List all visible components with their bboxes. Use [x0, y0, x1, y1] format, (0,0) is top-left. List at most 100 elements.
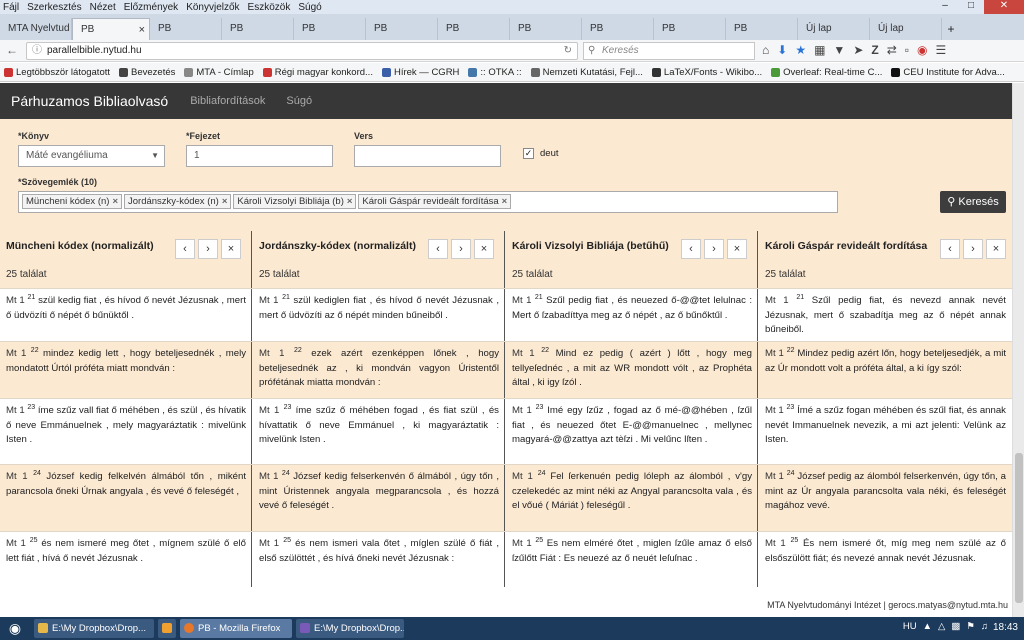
verse-ref[interactable]: Mt 1 — [6, 538, 26, 549]
browser-tab[interactable]: PB — [222, 18, 294, 40]
chapter-input[interactable]: 1 — [186, 145, 333, 167]
chip-munich[interactable]: Müncheni kódex (n) × — [22, 194, 122, 209]
scrollbar[interactable] — [1012, 83, 1024, 617]
menu-item[interactable]: Eszközök — [248, 2, 291, 13]
verse-ref[interactable]: Mt 1 — [6, 348, 26, 359]
bookmark-item[interactable]: Overleaf: Real-time C... — [771, 67, 882, 78]
page-icon[interactable]: ▫ — [905, 43, 909, 57]
bookmark-item[interactable]: Régi magyar konkord... — [262, 67, 373, 78]
menu-item[interactable]: Könyvjelzők — [186, 2, 239, 13]
nav-link-translations[interactable]: Bibliafordítások — [190, 95, 265, 107]
clipboard-icon[interactable]: ▦ — [814, 43, 825, 57]
remove-icon[interactable]: × — [502, 196, 508, 207]
verse-input[interactable] — [354, 145, 501, 167]
bookmark-star-icon[interactable]: ★ — [795, 43, 806, 57]
browser-tab[interactable]: Új lap — [798, 18, 870, 40]
browser-tab[interactable]: PB — [510, 18, 582, 40]
close-window-icon[interactable]: ✕ — [984, 0, 1024, 14]
scrollbar-thumb[interactable] — [1015, 453, 1023, 603]
browser-tab[interactable]: PB — [438, 18, 510, 40]
taskbar-item-explorer-2[interactable]: E:\My Dropbox\Drop... — [296, 619, 404, 638]
reload-icon[interactable]: ↻ — [564, 43, 572, 59]
chip-karoli-vizsolyi[interactable]: Károli Vizsolyi Bibliája (b) × — [233, 194, 357, 209]
texts-multiselect[interactable]: Müncheni kódex (n) × Jordánszky-kódex (n) ×… — [18, 191, 838, 213]
menu-item[interactable]: Fájl — [3, 2, 19, 13]
verse-ref[interactable]: Mt 1 — [512, 538, 532, 549]
verse-ref[interactable]: Mt 1 — [512, 295, 531, 306]
browser-search-input[interactable]: ⚲ Keresés — [583, 42, 755, 60]
sync-icon[interactable]: ⇄ — [887, 43, 897, 57]
verse-ref[interactable]: Mt 1 — [512, 405, 532, 416]
verse-ref[interactable]: Mt 1 — [765, 405, 784, 416]
download-icon[interactable]: ⬇ — [777, 43, 787, 57]
bookmark-item[interactable]: Legtöbbször látogatott — [4, 67, 110, 78]
verse-ref[interactable]: Mt 1 — [259, 348, 284, 359]
verse-ref[interactable]: Mt 1 — [6, 471, 28, 482]
app-brand[interactable]: Párhuzamos Bibliaolvasó — [11, 93, 168, 109]
minimize-icon[interactable]: – — [932, 0, 958, 14]
browser-tab[interactable]: PB — [150, 18, 222, 40]
close-tab-icon[interactable]: × — [139, 19, 145, 40]
browser-tab[interactable]: Új lap — [870, 18, 942, 40]
tray-volume-icon[interactable]: ♫ — [981, 621, 988, 632]
start-icon[interactable]: ◉ — [0, 617, 30, 640]
verse-ref[interactable]: Mt 1 — [765, 295, 789, 306]
chip-jordanszky[interactable]: Jordánszky-kódex (n) × — [124, 194, 232, 209]
menu-item[interactable]: Nézet — [90, 2, 116, 13]
back-icon[interactable]: ← — [6, 43, 18, 57]
bookmark-item[interactable]: MTA - Címlap — [184, 67, 254, 78]
bookmark-item[interactable]: Bevezetés — [119, 67, 175, 78]
verse-ref[interactable]: Mt 1 — [512, 348, 535, 359]
bookmark-item[interactable]: CEU Institute for Adva... — [891, 67, 1005, 78]
browser-tab[interactable]: MTA Nyelvtud — [0, 18, 72, 40]
verse-ref[interactable]: Mt 1 — [6, 295, 25, 306]
browser-tab[interactable]: PB — [582, 18, 654, 40]
taskbar-item-firefox[interactable]: PB - Mozilla Firefox — [180, 619, 292, 638]
tray-up-icon[interactable]: ▲ — [923, 621, 932, 632]
adblock-icon[interactable]: ◉ — [917, 43, 927, 57]
browser-tab[interactable]: PB — [294, 18, 366, 40]
prev-icon[interactable]: ‹ — [940, 239, 960, 259]
menu-item[interactable]: Súgó — [298, 2, 321, 13]
url-bar[interactable]: ⓘ parallelbible.nytud.hu ↻ — [26, 42, 578, 60]
tray-flag-icon[interactable]: ⚑ — [966, 621, 975, 632]
next-icon[interactable]: › — [704, 239, 724, 259]
verse-ref[interactable]: Mt 1 — [259, 538, 279, 549]
new-tab-icon[interactable]: + — [942, 18, 960, 40]
chip-karoli-revised[interactable]: Károli Gáspár revideált fordítása × — [358, 194, 512, 209]
nav-link-help[interactable]: Súgó — [286, 95, 312, 107]
book-select[interactable]: Máté evangéliuma ▼ — [18, 145, 165, 167]
bookmark-item[interactable]: Nemzeti Kutatási, Fejl... — [530, 67, 643, 78]
next-icon[interactable]: › — [963, 239, 983, 259]
prev-icon[interactable]: ‹ — [175, 239, 195, 259]
remove-icon[interactable]: × — [222, 196, 228, 207]
next-icon[interactable]: › — [451, 239, 471, 259]
tray-shield-icon[interactable]: △ — [938, 621, 945, 632]
menu-item[interactable]: Előzmények — [124, 2, 178, 13]
pocket-icon[interactable]: ▼ — [833, 43, 845, 57]
browser-tab[interactable]: PB — [366, 18, 438, 40]
verse-ref[interactable]: Mt 1 — [259, 295, 279, 306]
send-icon[interactable]: ➤ — [853, 43, 863, 57]
close-icon[interactable]: × — [727, 239, 747, 259]
bookmark-item[interactable]: LaTeX/Fonts - Wikibo... — [651, 67, 762, 78]
search-button[interactable]: ⚲ Keresés — [940, 191, 1006, 213]
home-icon[interactable]: ⌂ — [762, 43, 769, 57]
verse-ref[interactable]: Mt 1 — [259, 471, 278, 482]
verse-ref[interactable]: Mt 1 — [765, 348, 784, 359]
bookmark-item[interactable]: :: OTKA :: — [468, 67, 522, 78]
maximize-icon[interactable]: □ — [958, 0, 984, 14]
browser-tab[interactable]: PB — [726, 18, 798, 40]
taskbar-item-explorer-1[interactable]: E:\My Dropbox\Drop... — [34, 619, 154, 638]
language-indicator[interactable]: HU — [903, 621, 917, 632]
close-icon[interactable]: × — [474, 239, 494, 259]
verse-ref[interactable]: Mt 1 — [765, 471, 784, 482]
zotero-icon[interactable]: Z — [871, 43, 878, 57]
verse-ref[interactable]: Mt 1 — [512, 471, 533, 482]
prev-icon[interactable]: ‹ — [681, 239, 701, 259]
next-icon[interactable]: › — [198, 239, 218, 259]
remove-icon[interactable]: × — [347, 196, 353, 207]
remove-icon[interactable]: × — [112, 196, 118, 207]
close-icon[interactable]: × — [221, 239, 241, 259]
deut-checkbox[interactable]: ✓ — [523, 148, 534, 159]
